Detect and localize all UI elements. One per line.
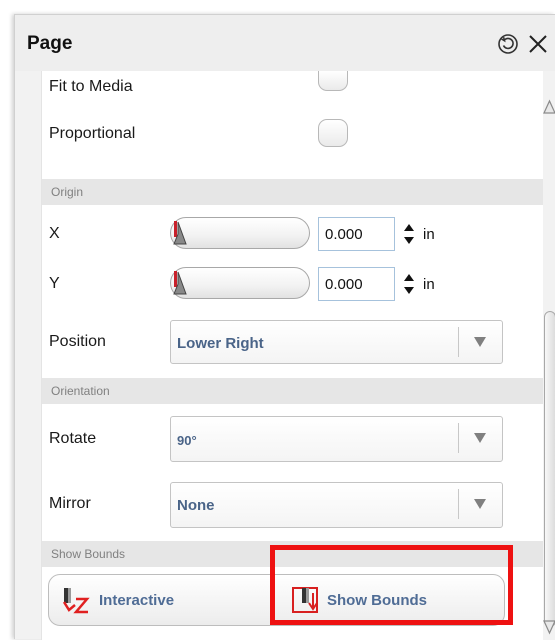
position-dropdown[interactable]: Lower Right: [170, 320, 503, 364]
y-label: Y: [49, 275, 60, 292]
x-input[interactable]: 0.000: [318, 217, 395, 251]
rotate-dropdown[interactable]: 90°: [170, 416, 503, 462]
dropdown-divider: [458, 423, 459, 453]
origin-section-title: Origin: [51, 185, 84, 199]
mirror-dropdown[interactable]: None: [170, 482, 503, 528]
show-bounds-highlight: [270, 545, 513, 625]
x-slider[interactable]: [170, 217, 310, 249]
panel-title: Page: [27, 33, 73, 54]
mirror-label: Mirror: [49, 495, 91, 512]
chevron-down-icon[interactable]: [473, 336, 487, 348]
scroll-up-icon[interactable]: [543, 99, 555, 115]
rotate-label: Rotate: [49, 430, 97, 447]
fit-to-media-label: Fit to Media: [49, 78, 133, 95]
x-spinner[interactable]: [402, 221, 416, 247]
rotate-value: 90°: [177, 433, 197, 448]
dropdown-divider: [458, 489, 459, 519]
position-value: Lower Right: [177, 335, 264, 352]
position-label: Position: [49, 333, 106, 350]
y-slider[interactable]: [170, 267, 310, 299]
interactive-label: Interactive: [99, 591, 175, 609]
reset-icon[interactable]: [495, 31, 521, 57]
dropdown-divider: [458, 327, 459, 357]
x-unit: in: [423, 226, 435, 243]
close-icon[interactable]: [525, 31, 551, 57]
x-slider-thumb[interactable]: [173, 220, 189, 246]
panel-titlebar: Page: [15, 15, 555, 71]
y-spinner[interactable]: [402, 271, 416, 297]
chevron-down-icon[interactable]: [473, 432, 487, 444]
vertical-scrollbar[interactable]: [543, 71, 555, 640]
chevron-down-icon[interactable]: [473, 498, 487, 510]
orientation-section-header: Orientation: [42, 378, 543, 404]
y-slider-thumb[interactable]: [173, 270, 189, 296]
origin-section-header: Origin: [42, 179, 543, 205]
proportional-toggle[interactable]: [318, 119, 348, 147]
mirror-value: None: [177, 497, 215, 514]
proportional-label: Proportional: [49, 125, 136, 142]
fit-to-media-toggle[interactable]: [318, 71, 348, 91]
interactive-icon: [61, 585, 95, 615]
y-unit: in: [423, 276, 435, 293]
scroll-down-icon[interactable]: [543, 619, 555, 635]
scrollbar-thumb[interactable]: [544, 311, 555, 627]
show-bounds-section-title: Show Bounds: [51, 547, 126, 561]
orientation-section-title: Orientation: [51, 384, 110, 398]
y-input[interactable]: 0.000: [318, 267, 395, 301]
x-label: X: [49, 225, 60, 242]
interactive-button[interactable]: Interactive: [61, 575, 174, 625]
